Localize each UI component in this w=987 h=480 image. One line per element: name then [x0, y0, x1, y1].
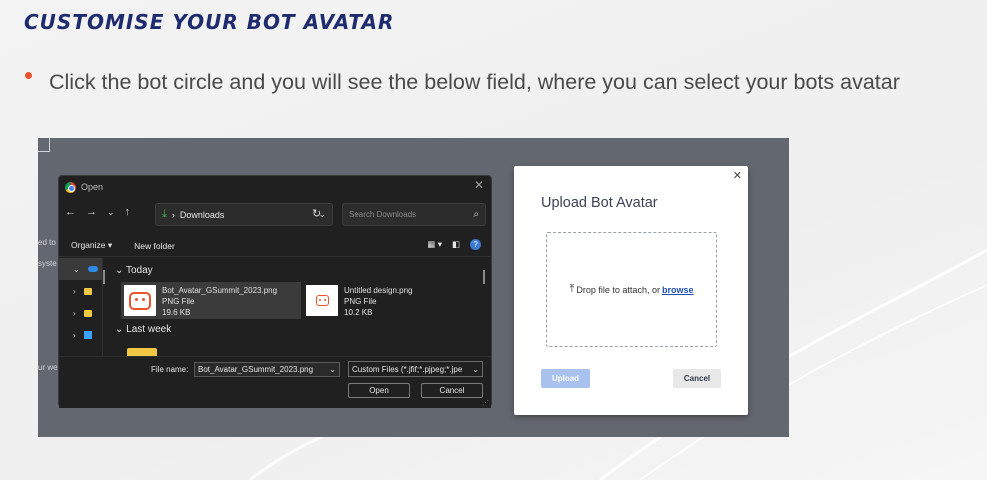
desktop-icon: [83, 331, 92, 339]
screenshot-panel: ed to syste ur we Open ✕ ← → ⌄ ↑ ⤓ › Dow…: [38, 138, 789, 437]
close-icon[interactable]: ✕: [733, 169, 742, 182]
file-thumbnail: [124, 285, 156, 316]
browse-link[interactable]: browse: [662, 285, 694, 295]
recent-chevron-icon[interactable]: ⌄: [107, 207, 115, 218]
file-thumbnail: [306, 285, 338, 316]
file-size: 19.6 KB: [162, 308, 191, 317]
refresh-icon[interactable]: ↻: [312, 207, 321, 220]
robot-icon: [315, 295, 329, 306]
upload-avatar-modal: ✕ Upload Bot Avatar ⤒ Drop file to attac…: [514, 166, 748, 415]
sidebar-item-desktop[interactable]: ›: [59, 324, 102, 346]
file-type: PNG File: [162, 297, 195, 306]
upload-arrow-icon: ⤒: [569, 283, 575, 295]
help-icon[interactable]: ?: [470, 239, 481, 250]
address-folder[interactable]: Downloads: [180, 210, 225, 220]
file-name: Untitled design.png: [344, 286, 413, 295]
background-text-fragment: ur we: [38, 363, 58, 372]
background-text-fragment: syste: [38, 259, 57, 268]
file-type-select[interactable]: Custom Files (*.jfif;*.pjpeg;*.jpe ⌄: [348, 361, 483, 377]
up-arrow-icon[interactable]: ↑: [125, 206, 131, 218]
file-name-label: File name:: [151, 365, 189, 374]
file-item[interactable]: Untitled design.png PNG File 10.2 KB: [303, 282, 443, 319]
background-box: [38, 138, 50, 152]
chevron-down-icon[interactable]: ⌄: [329, 365, 336, 374]
chevron-down-icon: ⌄: [472, 364, 479, 374]
collapse-chevron-icon: ›: [73, 308, 76, 318]
resize-grip-icon[interactable]: ⋰: [482, 399, 489, 407]
cancel-button[interactable]: Cancel: [673, 369, 721, 388]
dialog-close-icon[interactable]: ✕: [474, 178, 484, 192]
nav-buttons: ← → ⌄ ↑: [65, 206, 130, 218]
sidebar-item-folder[interactable]: ›: [59, 302, 102, 324]
navigation-pane: ⌄ › › ›: [59, 258, 103, 356]
breadcrumb-chevron-icon: ›: [171, 209, 175, 220]
expand-chevron-icon: ⌄: [73, 264, 80, 274]
view-options-icon[interactable]: ▦ ▾: [427, 239, 442, 250]
dialog-footer: File name: Bot_Avatar_GSummit_2023.png ⌄…: [59, 356, 491, 408]
file-dropzone[interactable]: ⤒ Drop file to attach, or browse: [546, 232, 717, 347]
file-size: 10.2 KB: [344, 308, 373, 317]
organize-menu[interactable]: Organize ▾: [71, 240, 112, 251]
forward-arrow-icon[interactable]: →: [86, 206, 97, 218]
group-header-today[interactable]: ⌄ Today: [115, 265, 153, 276]
file-open-dialog: Open ✕ ← → ⌄ ↑ ⤓ › Downloads ⌄ ↻ Search …: [58, 175, 492, 408]
upload-button[interactable]: Upload: [541, 369, 590, 388]
preview-pane-icon[interactable]: ◧: [452, 239, 460, 250]
collapse-chevron-icon: ›: [73, 330, 76, 340]
folder-icon: [83, 309, 92, 317]
file-item-selected[interactable]: Bot_Avatar_GSummit_2023.png PNG File 19.…: [121, 282, 301, 319]
cloud-icon: [87, 266, 98, 272]
download-icon: ⤓: [162, 208, 167, 220]
sidebar-scrollbar[interactable]: [103, 270, 105, 284]
new-folder-button[interactable]: New folder: [134, 241, 175, 251]
search-placeholder: Search Downloads: [349, 210, 417, 219]
group-header-last-week[interactable]: ⌄ Last week: [115, 324, 171, 335]
modal-title: Upload Bot Avatar: [541, 195, 658, 211]
cancel-button[interactable]: Cancel: [421, 383, 483, 398]
bullet-text: Click the bot circle and you will see th…: [49, 70, 900, 94]
search-input[interactable]: Search Downloads ⌕: [342, 203, 486, 226]
sidebar-item-folder[interactable]: ›: [59, 280, 102, 302]
file-type: PNG File: [344, 297, 377, 306]
back-arrow-icon[interactable]: ←: [65, 206, 76, 218]
robot-icon: [129, 291, 151, 310]
file-name-value: Bot_Avatar_GSummit_2023.png: [198, 365, 314, 374]
folder-icon: [83, 287, 92, 295]
file-type-value: Custom Files (*.jfif;*.pjpeg;*.jpe: [352, 364, 463, 374]
group-label: Today: [125, 265, 153, 276]
sidebar-item-onedrive[interactable]: ⌄: [59, 258, 102, 280]
organize-label: Organize: [71, 240, 106, 250]
open-button[interactable]: Open: [348, 383, 410, 398]
file-name: Bot_Avatar_GSummit_2023.png: [162, 286, 278, 295]
dialog-titlebar: Open: [65, 180, 103, 194]
group-label: Last week: [126, 324, 172, 335]
files-scrollbar[interactable]: [483, 270, 485, 284]
folder-icon: [127, 348, 157, 356]
chrome-icon: [65, 181, 76, 193]
collapse-chevron-icon: ›: [73, 286, 76, 296]
dialog-title: Open: [81, 182, 104, 192]
file-name-input[interactable]: Bot_Avatar_GSummit_2023.png ⌄: [194, 362, 340, 377]
bullet-dot: [25, 72, 32, 79]
dialog-toolbar: Organize ▾ New folder ▦ ▾ ◧ ?: [59, 235, 491, 257]
slide-heading: CUSTOMISE YOUR BOT AVATAR: [24, 10, 395, 34]
background-text-fragment: ed to: [38, 238, 56, 247]
search-icon: ⌕: [473, 209, 479, 220]
dropzone-text: Drop file to attach, or: [576, 284, 660, 295]
address-bar[interactable]: ⤓ › Downloads ⌄: [155, 203, 333, 226]
